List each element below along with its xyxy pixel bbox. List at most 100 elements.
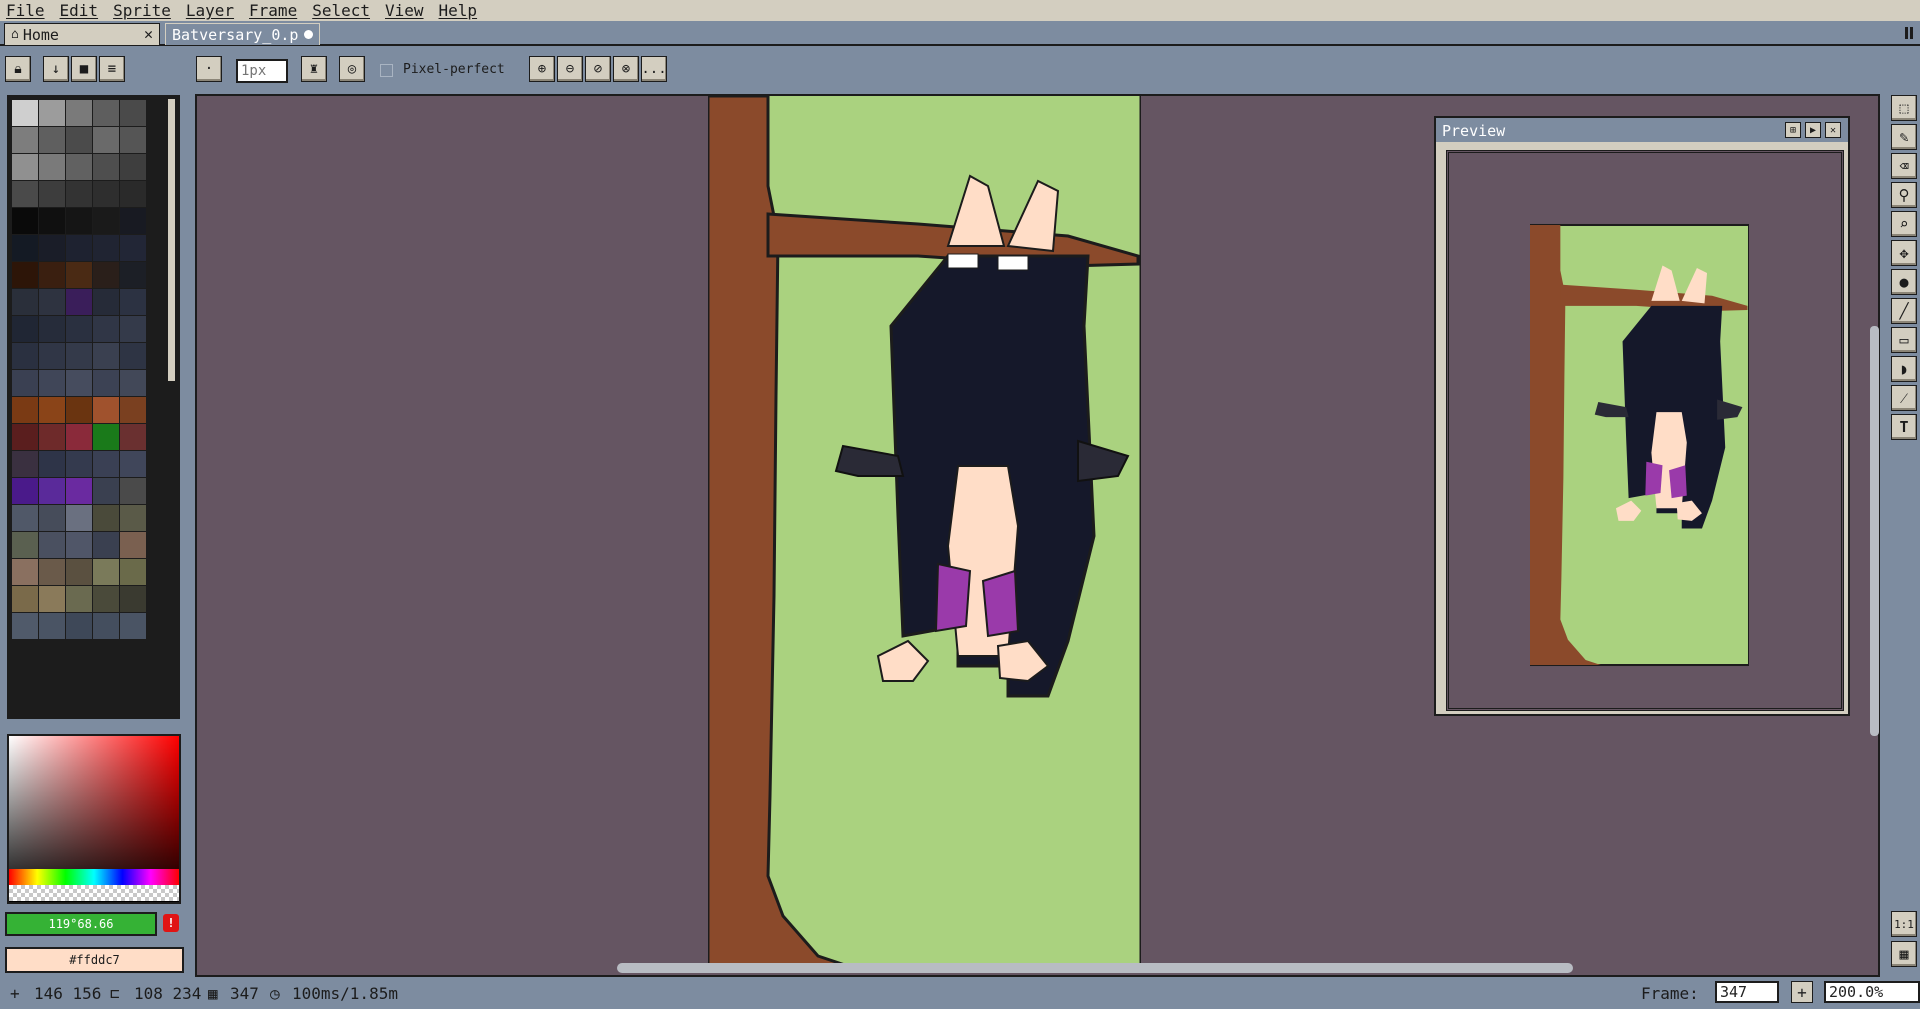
blur-tool-button[interactable]: ⁄: [1891, 385, 1917, 411]
contour-tool-button[interactable]: ◗: [1891, 356, 1917, 382]
add-frame-button[interactable]: +: [1791, 981, 1813, 1003]
palette-swatch[interactable]: [12, 289, 38, 315]
palette-swatch[interactable]: [120, 613, 146, 639]
palette-swatch[interactable]: [12, 532, 38, 558]
palette-swatch[interactable]: [93, 532, 119, 558]
palette-swatch[interactable]: [93, 586, 119, 612]
palette-swatch[interactable]: [39, 586, 65, 612]
palette-swatch[interactable]: [39, 559, 65, 585]
palette-swatch[interactable]: [66, 478, 92, 504]
palette-swatch[interactable]: [120, 559, 146, 585]
palette-scrollbar[interactable]: [167, 98, 176, 382]
palette-swatch[interactable]: [120, 181, 146, 207]
menu-file[interactable]: File: [0, 1, 54, 20]
pause-icon[interactable]: [1904, 27, 1914, 39]
palette-swatch[interactable]: [12, 559, 38, 585]
palette-swatch[interactable]: [39, 127, 65, 153]
palette-swatch[interactable]: [39, 235, 65, 261]
palette-swatch[interactable]: [12, 586, 38, 612]
preview-play-button[interactable]: ▶: [1805, 122, 1821, 138]
palette-swatch[interactable]: [39, 370, 65, 396]
palette-swatch[interactable]: [120, 316, 146, 342]
dynamics-button-2[interactable]: ⊖: [557, 56, 583, 82]
palette-swatch[interactable]: [93, 154, 119, 180]
horizontal-scrollbar[interactable]: [617, 963, 1573, 973]
vertical-scrollbar[interactable]: [1870, 326, 1879, 736]
palette-swatch[interactable]: [93, 262, 119, 288]
zoom-input[interactable]: 200.0%: [1824, 981, 1920, 1003]
tab-home[interactable]: ⌂ Home ✕: [4, 23, 160, 45]
palette-swatch[interactable]: [39, 343, 65, 369]
alpha-slider[interactable]: [9, 885, 179, 901]
palette-swatch[interactable]: [39, 613, 65, 639]
palette-swatch[interactable]: [12, 397, 38, 423]
palette-swatch[interactable]: [66, 100, 92, 126]
palette-swatch[interactable]: [66, 586, 92, 612]
palette-swatch[interactable]: [120, 424, 146, 450]
frame-input[interactable]: 347: [1715, 981, 1779, 1003]
dynamics-button-1[interactable]: ⊕: [529, 56, 555, 82]
foreground-color[interactable]: 119°68.66: [5, 912, 157, 936]
menu-frame[interactable]: Frame: [243, 1, 306, 20]
rectangle-tool-button[interactable]: ▭: [1891, 327, 1917, 353]
preview-close-button[interactable]: ✕: [1825, 122, 1841, 138]
menu-help[interactable]: Help: [433, 1, 487, 20]
palette-swatch[interactable]: [12, 100, 38, 126]
palette-swatch[interactable]: [93, 181, 119, 207]
palette-swatch[interactable]: [93, 505, 119, 531]
hue-slider[interactable]: [9, 869, 179, 885]
palette-swatch[interactable]: [39, 505, 65, 531]
background-color[interactable]: #ffddc7: [5, 947, 184, 973]
palette-swatch[interactable]: [93, 316, 119, 342]
palette-swatch[interactable]: [120, 100, 146, 126]
pencil-tool-button[interactable]: ✎: [1891, 124, 1917, 150]
palette-swatch[interactable]: [93, 478, 119, 504]
palette-swatch[interactable]: [66, 262, 92, 288]
sprite-canvas[interactable]: [708, 96, 1141, 966]
palette-swatch[interactable]: [120, 262, 146, 288]
menu-sprite[interactable]: Sprite: [107, 1, 180, 20]
paint-bucket-tool-button[interactable]: ●: [1891, 269, 1917, 295]
palette-swatch[interactable]: [66, 343, 92, 369]
palette-swatch[interactable]: [120, 505, 146, 531]
palette-swatch[interactable]: [120, 208, 146, 234]
palette-swatch[interactable]: [120, 532, 146, 558]
palette-swatch[interactable]: [120, 235, 146, 261]
sprite-editor[interactable]: Preview ⊞ ▶ ✕: [195, 94, 1880, 977]
palette-swatch[interactable]: [66, 316, 92, 342]
palette-swatch[interactable]: [39, 451, 65, 477]
palette-swatch[interactable]: [39, 154, 65, 180]
palette-swatch[interactable]: [39, 262, 65, 288]
palette-swatch[interactable]: [39, 397, 65, 423]
palette-swatch[interactable]: [93, 343, 119, 369]
palette-swatch[interactable]: [39, 424, 65, 450]
palette-swatch[interactable]: [66, 532, 92, 558]
palette-swatch[interactable]: [93, 370, 119, 396]
palette-swatch[interactable]: [12, 262, 38, 288]
symmetry-button[interactable]: ◎: [339, 56, 365, 82]
palette-swatch[interactable]: [93, 397, 119, 423]
palette-swatch[interactable]: [39, 478, 65, 504]
eraser-tool-button[interactable]: ⌫: [1891, 153, 1917, 179]
brush-type-button[interactable]: ·: [196, 56, 222, 82]
palette-swatch[interactable]: [12, 316, 38, 342]
move-tool-button[interactable]: ✥: [1891, 240, 1917, 266]
dynamics-button-3[interactable]: ⊘: [585, 56, 611, 82]
palette-swatch[interactable]: [39, 208, 65, 234]
zoom-tool-button[interactable]: ⌕: [1891, 211, 1917, 237]
palette-swatch[interactable]: [12, 181, 38, 207]
eyedropper-tool-button[interactable]: ⚲: [1891, 182, 1917, 208]
lock-layer-button[interactable]: 🔒︎: [5, 56, 31, 82]
text-tool-button[interactable]: T: [1891, 414, 1917, 440]
palette-swatch[interactable]: [39, 316, 65, 342]
timeline-toggle-button[interactable]: ▦: [1891, 941, 1917, 967]
palette-swatch[interactable]: [12, 127, 38, 153]
palette-swatch[interactable]: [66, 424, 92, 450]
dynamics-button-4[interactable]: ⊗: [613, 56, 639, 82]
palette-swatch[interactable]: [93, 100, 119, 126]
palette-swatch[interactable]: [66, 370, 92, 396]
palette-swatch[interactable]: [66, 235, 92, 261]
palette-swatch[interactable]: [12, 208, 38, 234]
palette-swatch[interactable]: [12, 424, 38, 450]
palette-options-button[interactable]: ■: [71, 56, 97, 82]
